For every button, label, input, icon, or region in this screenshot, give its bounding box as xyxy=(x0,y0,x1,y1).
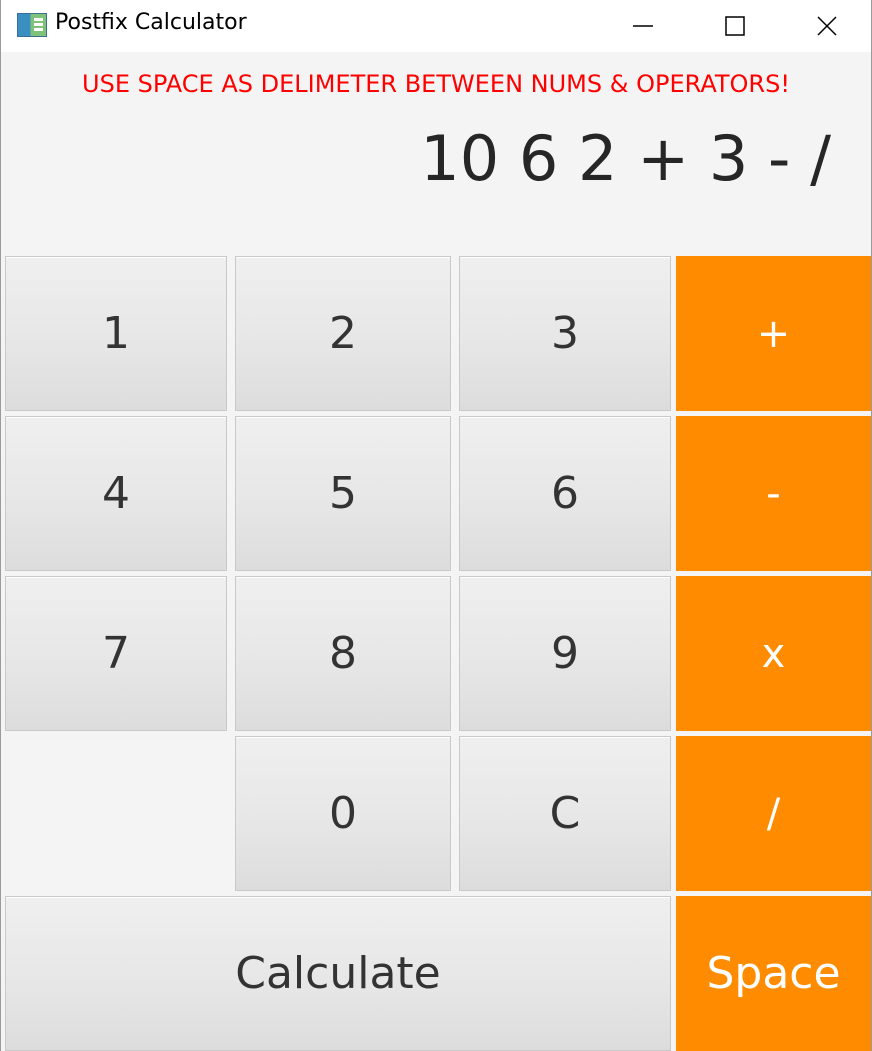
multiply-button[interactable]: x xyxy=(676,576,871,731)
minimize-button[interactable] xyxy=(597,0,689,52)
key-6-button[interactable]: 6 xyxy=(459,416,671,571)
calculator-body: USE SPACE AS DELIMETER BETWEEN NUMS & OP… xyxy=(1,52,871,1051)
close-icon xyxy=(817,16,837,36)
divide-button[interactable]: / xyxy=(676,736,871,891)
key-1-button[interactable]: 1 xyxy=(5,256,227,411)
calculate-button[interactable]: Calculate xyxy=(5,896,671,1051)
minimize-icon xyxy=(633,25,653,27)
key-9-button[interactable]: 9 xyxy=(459,576,671,731)
key-0-button[interactable]: 0 xyxy=(235,736,451,891)
key-8-button[interactable]: 8 xyxy=(235,576,451,731)
maximize-icon xyxy=(725,16,745,36)
expression-display: 10 6 2 + 3 - / xyxy=(420,122,831,195)
key-2-button[interactable]: 2 xyxy=(235,256,451,411)
maximize-button[interactable] xyxy=(689,0,781,52)
key-5-button[interactable]: 5 xyxy=(235,416,451,571)
minus-button[interactable]: - xyxy=(676,416,871,571)
clear-button[interactable]: C xyxy=(459,736,671,891)
calculator-window: Postfix Calculator USE SPACE AS DELIMETE… xyxy=(0,0,872,1051)
key-3-button[interactable]: 3 xyxy=(459,256,671,411)
app-icon xyxy=(17,13,47,37)
title-bar[interactable]: Postfix Calculator xyxy=(1,0,871,52)
plus-button[interactable]: + xyxy=(676,256,871,411)
delimiter-hint: USE SPACE AS DELIMETER BETWEEN NUMS & OP… xyxy=(82,70,790,98)
close-button[interactable] xyxy=(781,0,871,52)
space-button[interactable]: Space xyxy=(676,896,871,1051)
key-7-button[interactable]: 7 xyxy=(5,576,227,731)
window-title: Postfix Calculator xyxy=(55,10,247,35)
key-4-button[interactable]: 4 xyxy=(5,416,227,571)
